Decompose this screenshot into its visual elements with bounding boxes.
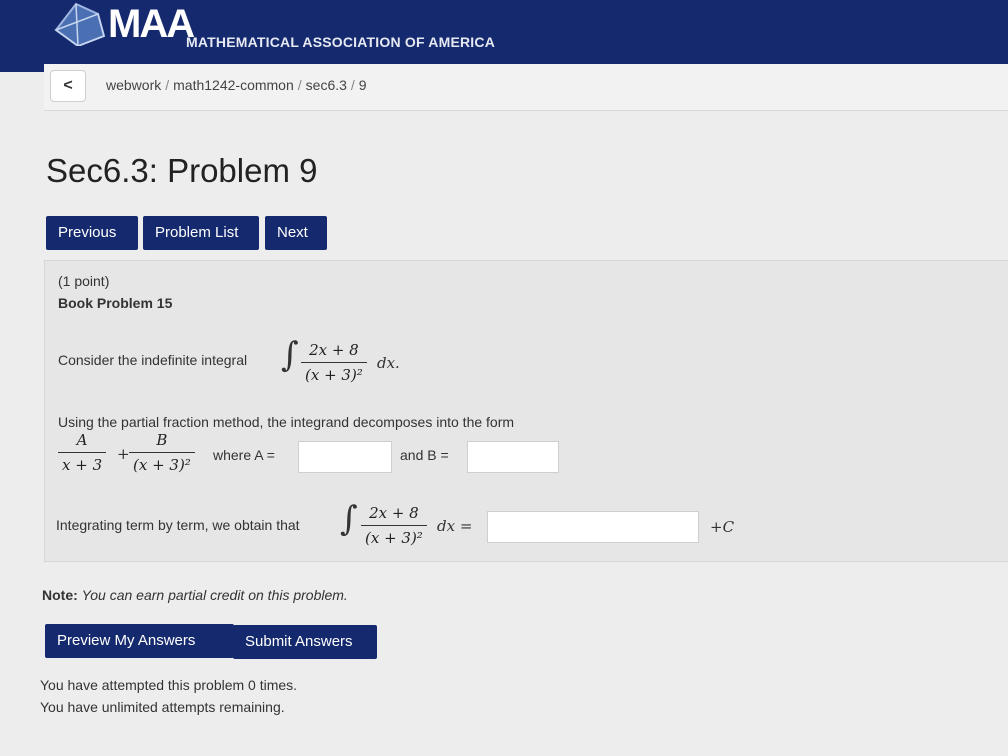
integral-sign: ∫ bbox=[281, 335, 299, 375]
plus-sign: + bbox=[117, 445, 130, 463]
note-label: Note: bbox=[42, 587, 78, 603]
answer-b-input[interactable] bbox=[467, 441, 559, 473]
note-text: You can earn partial credit on this prob… bbox=[81, 587, 348, 603]
points-label: (1 point) bbox=[58, 273, 110, 289]
integral-sign: ∫ bbox=[340, 499, 358, 539]
fraction-bar bbox=[129, 452, 195, 453]
problem-list-button[interactable]: Problem List bbox=[143, 216, 259, 250]
fraction-b-denominator: (x + 3)² bbox=[133, 456, 191, 474]
page-title: Sec6.3: Problem 9 bbox=[46, 152, 318, 189]
attempts-text: You have attempted this problem 0 times. bbox=[40, 677, 298, 693]
integrand-denominator: (x + 3)² bbox=[305, 366, 363, 384]
unlimited-attempts-text: You have unlimited attempts remaining. bbox=[40, 699, 285, 715]
answer-a-input[interactable] bbox=[298, 441, 392, 473]
next-button[interactable]: Next bbox=[265, 216, 327, 250]
breadcrumb-item-webwork[interactable]: webwork bbox=[106, 77, 161, 93]
integrand-fraction-2: 2x + 8 (x + 3)² bbox=[361, 504, 427, 547]
integrand-numerator: 2x + 8 bbox=[369, 504, 419, 522]
problem-panel: (1 point) Book Problem 15 Consider the i… bbox=[44, 260, 1008, 562]
problem-subtitle: Book Problem 15 bbox=[58, 295, 173, 311]
fraction-a-numerator: A bbox=[76, 431, 88, 449]
plus-c-label: +C bbox=[710, 518, 735, 536]
fraction-bar bbox=[58, 452, 107, 453]
where-a-label: where A = bbox=[213, 447, 275, 463]
breadcrumb-separator: / bbox=[350, 77, 355, 93]
dx-equals-label: dx = bbox=[437, 517, 473, 535]
integrand-denominator: (x + 3)² bbox=[365, 529, 423, 547]
fraction-a-denominator: x + 3 bbox=[62, 456, 103, 474]
breadcrumb-item-set[interactable]: sec6.3 bbox=[306, 77, 347, 93]
fraction-bar bbox=[301, 362, 367, 363]
submit-answers-button[interactable]: Submit Answers bbox=[233, 625, 377, 659]
site-header: MAA MATHEMATICAL ASSOCIATION OF AMERICA bbox=[0, 0, 1008, 72]
fraction-b-numerator: B bbox=[156, 431, 168, 449]
logo-text[interactable]: MAA bbox=[108, 2, 195, 47]
fraction-b: B (x + 3)² bbox=[129, 431, 195, 474]
previous-button[interactable]: Previous bbox=[46, 216, 138, 250]
breadcrumb: webwork / math1242-common / sec6.3/9 bbox=[106, 77, 367, 93]
integrand-numerator: 2x + 8 bbox=[309, 341, 359, 359]
breadcrumb-item-problem: 9 bbox=[358, 77, 367, 93]
breadcrumb-item-course[interactable]: math1242-common bbox=[173, 77, 294, 93]
consider-text: Consider the indefinite integral bbox=[58, 352, 248, 368]
partial-credit-note: Note: You can earn partial credit on thi… bbox=[42, 587, 348, 603]
breadcrumb-separator: / bbox=[165, 77, 170, 93]
back-button[interactable]: < bbox=[50, 70, 86, 102]
and-b-label: and B = bbox=[400, 447, 449, 463]
antiderivative-input[interactable] bbox=[487, 511, 699, 543]
fraction-bar bbox=[361, 525, 427, 526]
maa-logo-icon bbox=[54, 2, 106, 46]
fraction-a: A x + 3 bbox=[58, 431, 107, 474]
integrating-text: Integrating term by term, we obtain that bbox=[56, 517, 300, 533]
breadcrumb-bar: < webwork / math1242-common / sec6.3/9 bbox=[44, 64, 1008, 111]
preview-answers-button[interactable]: Preview My Answers bbox=[45, 624, 234, 658]
integrand-fraction: 2x + 8 (x + 3)² bbox=[301, 341, 367, 384]
logo-subtitle: MATHEMATICAL ASSOCIATION OF AMERICA bbox=[186, 34, 496, 50]
dx-label: dx. bbox=[377, 354, 400, 372]
partial-fraction-text: Using the partial fraction method, the i… bbox=[58, 414, 515, 430]
breadcrumb-separator: / bbox=[297, 77, 302, 93]
